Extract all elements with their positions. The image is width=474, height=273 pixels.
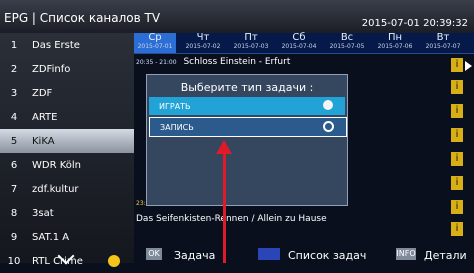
play-icon[interactable] [465,61,472,71]
day-tab[interactable]: Вс 2015-07-05 [326,33,368,53]
day-tab[interactable]: Сб 2015-07-04 [278,33,320,53]
info-icon[interactable]: i [451,152,463,166]
dialog-title: Выберите тип задачи : [180,81,314,94]
ok-key[interactable]: OK [146,248,162,260]
channel-item[interactable]: 2 ZDFinfo [0,57,134,81]
day-tabs: Ср 2015-07-01 Чт 2015-07-02 Пт 2015-07-0… [134,33,474,54]
channel-item[interactable]: 5 KiKA [0,129,134,153]
day-tab[interactable]: Вт 2015-07-07 [422,33,464,53]
program-row[interactable]: Das Seifenkisten-Rennen / Allein zu Haus… [136,214,448,232]
day-tab[interactable]: Чт 2015-07-02 [182,33,224,53]
channel-item[interactable]: 3 ZDF [0,81,134,105]
option-play[interactable]: ИГРАТЬ [149,97,345,115]
info-icon[interactable]: i [451,176,463,190]
blue-key[interactable] [258,248,280,260]
channel-item[interactable]: 1 Das Erste [0,33,134,57]
datetime: 2015-07-01 20:39:32 [361,18,468,29]
blue-label: Список задач [288,249,367,262]
channel-item[interactable]: 7 zdf.kultur [0,177,134,201]
option-record[interactable]: ЗАПИСЬ [149,117,347,137]
info-icon[interactable]: i [451,128,463,142]
info-icon[interactable]: i [451,200,463,214]
day-tab[interactable]: Ср 2015-07-01 [134,33,176,53]
header-bar: EPG | Список каналов TV 2015-07-01 20:39… [0,0,474,33]
channel-item[interactable]: 4 ARTE [0,105,134,129]
footer-bar: OK Задача Список задач INFO Детали [134,245,474,263]
channel-list: 1 Das Erste 2 ZDFinfo 3 ZDF 4 ARTE 5 KiK… [0,33,134,267]
info-key[interactable]: INFO [396,248,416,260]
ok-label: Задача [174,249,216,262]
record-dot-icon [108,255,120,267]
info-icon[interactable]: i [451,58,463,72]
info-label: Детали [424,249,467,262]
info-icon[interactable]: i [451,80,463,94]
channel-item[interactable]: 8 3sat [0,201,134,225]
radio-icon [323,121,334,132]
info-icon[interactable]: i [451,104,463,118]
page-title: EPG | Список каналов TV [4,11,161,25]
channel-item[interactable]: 6 WDR Köln [0,153,134,177]
day-tab[interactable]: Пн 2015-07-06 [374,33,416,53]
task-type-dialog: Выберите тип задачи : ИГРАТЬ ЗАПИСЬ [146,74,348,206]
channel-item[interactable]: 9 SAT.1 A [0,225,134,249]
day-tab[interactable]: Пт 2015-07-03 [230,33,272,53]
program-row[interactable]: 20:35 - 21:00 Schloss Einstein - Erfurt [136,57,448,75]
info-icon[interactable]: i [451,222,463,236]
radio-icon [323,100,333,110]
